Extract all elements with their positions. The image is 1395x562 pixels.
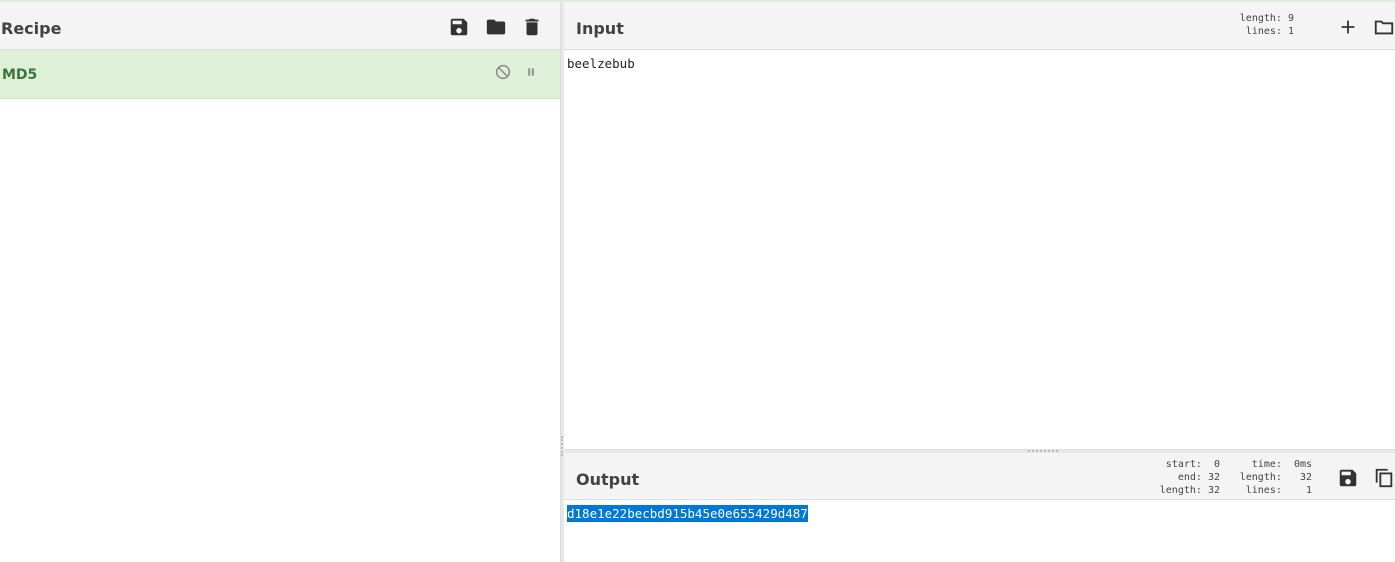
divider-grip[interactable] [561,436,563,456]
disable-icon[interactable] [494,63,512,81]
recipe-title: Recipe [1,19,62,38]
pause-icon[interactable] [522,63,540,81]
output-pane: Output start: 0 end: 32 length: 32 time:… [564,453,1395,562]
output-selection-stats: start: 0 end: 32 length: 32 [1158,458,1220,497]
output-length-value: 32 [1207,485,1220,496]
folder-icon[interactable] [485,16,507,38]
operation-name: MD5 [2,67,38,83]
input-lines-label: lines: [1245,26,1282,37]
input-lines-value: 1 [1287,26,1294,37]
output-end-value: 32 [1207,472,1220,483]
output-time-value: 0ms [1293,459,1312,470]
output-start-label: start: [1165,459,1202,470]
output-end-label: end: [1177,472,1202,483]
output-title: Output [576,470,640,489]
output-lines-label: lines: [1245,485,1282,496]
folder-icon[interactable] [1373,16,1395,38]
copy-icon[interactable] [1373,467,1395,489]
input-pane: Input length: 9 lines: 1 beelzebub [564,2,1395,449]
recipe-header: Recipe [0,2,560,50]
output-length2-value: 32 [1299,472,1312,483]
split-grip[interactable] [1028,450,1058,452]
input-textarea[interactable]: beelzebub [567,56,635,71]
save-icon[interactable] [448,16,470,38]
plus-icon[interactable] [1337,16,1359,38]
input-length-label: length: [1239,13,1282,24]
output-lines-value: 1 [1305,485,1312,496]
input-title: Input [576,19,624,38]
output-start-value: 0 [1213,459,1220,470]
recipe-pane: Recipe MD5 [0,2,560,562]
output-length-label: length: [1159,485,1202,496]
trash-icon[interactable] [521,16,543,38]
recipe-operation-md5[interactable]: MD5 [0,50,560,99]
output-result-stats: time: 0ms length: 32 lines: 1 [1236,458,1312,497]
input-header: Input length: 9 lines: 1 [564,2,1395,50]
output-text[interactable]: d18e1e22becbd915b45e0e655429d487 [567,505,808,522]
output-header: Output start: 0 end: 32 length: 32 time:… [564,453,1395,500]
input-length-value: 9 [1287,13,1294,24]
output-length2-label: length: [1239,472,1282,483]
input-stats: length: 9 lines: 1 [1230,12,1294,38]
output-time-label: time: [1251,459,1282,470]
save-icon[interactable] [1337,467,1359,489]
